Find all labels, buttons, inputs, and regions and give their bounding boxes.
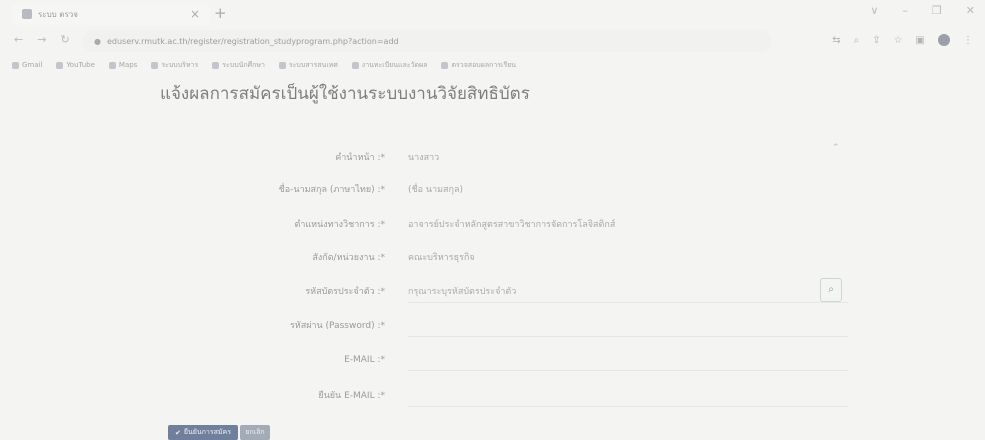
email-confirm-input[interactable]	[408, 386, 848, 407]
form-row-id: รหัสบัตรประจำตัว :* ⌕	[0, 278, 985, 303]
bookmark-item[interactable]: งานทะเบียนและวัดผล	[351, 60, 427, 71]
window-controls: ∨ – ❐ ✕	[870, 4, 975, 17]
bookmark-item[interactable]: ระบบสารสนเทศ	[278, 60, 338, 71]
tab-strip: ระบบ ตรวจ × + ∨ – ❐ ✕	[0, 0, 985, 26]
new-tab-button[interactable]: +	[214, 4, 227, 22]
bookmark-item[interactable]: Maps	[108, 61, 137, 69]
tab-search-icon[interactable]: ∨	[870, 4, 878, 17]
bookmark-icon	[108, 61, 116, 69]
menu-icon[interactable]: ⋮	[963, 35, 973, 46]
email-label: E-MAIL :*	[344, 355, 385, 365]
bookmark-icon	[151, 61, 159, 69]
bookmark-item[interactable]: YouTube	[56, 61, 95, 69]
tab-title: ระบบ ตรวจ	[38, 9, 78, 19]
bookmark-item[interactable]: ตรวจสอบผลการเรียน	[441, 60, 516, 71]
form-row-position: ตำแหน่งทางวิชาการ :* อาจารย์ประจำหลักสูต…	[0, 215, 985, 235]
bookmark-icon	[212, 61, 220, 69]
bookmark-item[interactable]: ระบบนักศึกษา	[212, 60, 265, 71]
zoom-icon[interactable]: ⌕	[854, 35, 860, 46]
id-label: รหัสบัตรประจำตัว :*	[305, 287, 385, 297]
profile-avatar[interactable]	[938, 34, 950, 46]
search-icon: ⌕	[828, 284, 834, 295]
email-input[interactable]	[408, 350, 848, 371]
bookmark-icon	[441, 61, 449, 69]
bookmark-item[interactable]: ระบบบริหาร	[151, 60, 198, 71]
name-label: ชื่อ-นามสกุล (ภาษาไทย) :*	[278, 185, 385, 195]
bookmarks-bar: Gmail YouTube Maps ระบบบริหาร ระบบนักศึก…	[0, 56, 985, 74]
translate-icon[interactable]: ⇆	[832, 35, 840, 46]
url-text: eduserv.rmutk.ac.th/register/registratio…	[106, 36, 399, 46]
check-icon: ✔	[175, 428, 181, 437]
extensions-icon[interactable]: ▣	[916, 35, 925, 46]
form-row-name: ชื่อ-นามสกุล (ภาษาไทย) :* (ชื่อ นามสกุล)	[0, 180, 985, 200]
maximize-button[interactable]: ❐	[932, 4, 942, 17]
reload-icon[interactable]: ↻	[60, 33, 69, 46]
cancel-button[interactable]: ยกเลิก	[240, 425, 270, 440]
url-bar[interactable]: ● eduserv.rmutk.ac.th/register/registrat…	[82, 30, 772, 52]
prefix-label: คำนำหน้า :*	[335, 153, 385, 163]
forward-icon[interactable]: →	[37, 33, 46, 46]
close-window-button[interactable]: ✕	[966, 4, 975, 17]
toolbar-icons: ⇆ ⌕ ⇪ ☆ ▣ ⋮	[832, 34, 973, 46]
email-confirm-label: ยืนยัน E-MAIL :*	[318, 391, 385, 401]
department-label: สังกัด/หน่วยงาน :*	[312, 253, 385, 263]
form-row-department: สังกัด/หน่วยงาน :* คณะบริหารธุรกิจ	[0, 248, 985, 268]
browser-tab[interactable]: ระบบ ตรวจ ×	[12, 3, 210, 25]
lock-icon: ●	[94, 36, 101, 46]
password-input[interactable]	[408, 316, 848, 337]
form-row-password: รหัสผ่าน (Password) :*	[0, 316, 985, 337]
bookmark-item[interactable]: Gmail	[12, 61, 42, 69]
nav-buttons: ← → ↻	[14, 33, 70, 46]
form-row-prefix: คำนำหน้า :* นางสาว	[0, 148, 985, 168]
bookmark-icon	[56, 61, 64, 69]
site-favicon-icon	[22, 9, 32, 19]
address-bar-row: ← → ↻ ● eduserv.rmutk.ac.th/register/reg…	[0, 26, 985, 56]
form-row-email: E-MAIL :*	[0, 350, 985, 371]
position-field[interactable]: อาจารย์ประจำหลักสูตรสาขาวิชาการจัดการโลจ…	[408, 215, 615, 235]
page-title: แจ้งผลการสมัครเป็นผู้ใช้งานระบบงานวิจัยส…	[160, 84, 530, 104]
cancel-label: ยกเลิก	[245, 428, 265, 436]
bookmark-icon	[351, 61, 359, 69]
id-input[interactable]	[408, 282, 848, 303]
back-icon[interactable]: ←	[14, 33, 23, 46]
submit-button[interactable]: ✔ ยืนยันการสมัคร	[168, 425, 238, 440]
form-row-email-confirm: ยืนยัน E-MAIL :*	[0, 386, 985, 407]
department-field[interactable]: คณะบริหารธุรกิจ	[408, 248, 475, 268]
search-button[interactable]: ⌕	[820, 278, 842, 302]
password-label: รหัสผ่าน (Password) :*	[289, 321, 385, 331]
prefix-select[interactable]: นางสาว	[408, 148, 439, 168]
bookmark-star-icon[interactable]: ☆	[894, 35, 903, 46]
submit-label: ยืนยันการสมัคร	[183, 428, 231, 436]
bookmark-icon	[12, 61, 19, 69]
share-icon[interactable]: ⇪	[872, 35, 880, 46]
close-tab-icon[interactable]: ×	[190, 7, 200, 21]
bookmark-icon	[278, 61, 286, 69]
position-label: ตำแหน่งทางวิชาการ :*	[294, 220, 385, 230]
minimize-button[interactable]: –	[902, 4, 908, 17]
name-field[interactable]: (ชื่อ นามสกุล)	[408, 180, 463, 200]
